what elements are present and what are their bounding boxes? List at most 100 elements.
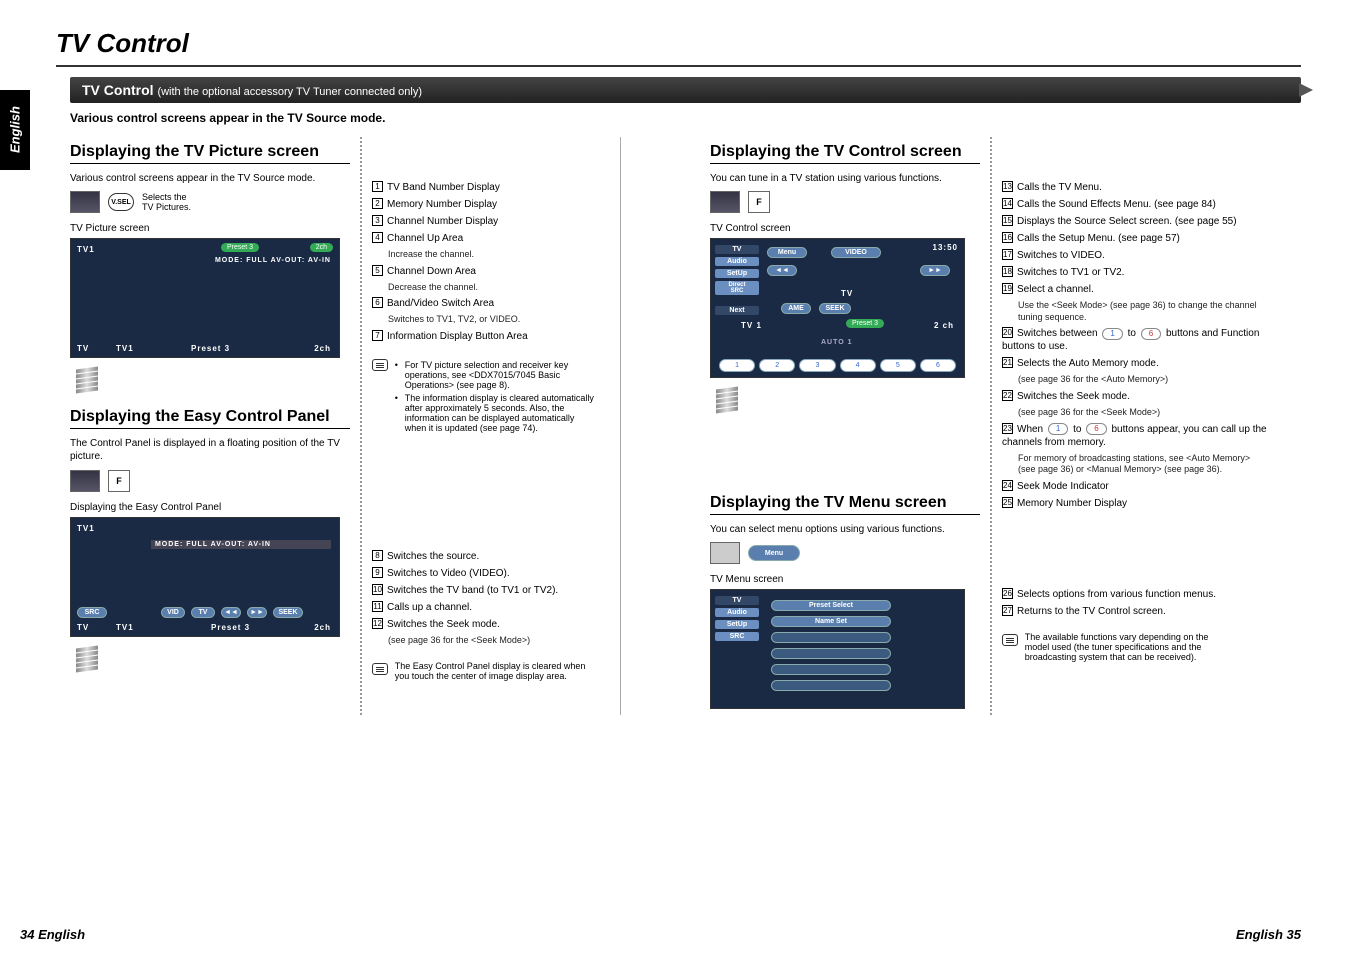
ss1-preset: Preset 3 [221, 243, 259, 252]
callout-number: 10 [372, 584, 383, 595]
legend-text: Memory Number Display [1017, 498, 1127, 509]
legend-item: 8 Switches the source. [372, 550, 610, 563]
legend-text: Switches the Seek mode. [387, 619, 500, 630]
arrow-icon [1299, 83, 1313, 97]
tv-picture-screenshot: TV1 Preset 3 2ch MODE: FULL AV-OUT: AV-I… [70, 238, 340, 358]
callout-number: 23 [1002, 423, 1013, 434]
legend-item: 9 Switches to Video (VIDEO). [372, 567, 610, 580]
legend-text: Select a channel. [1017, 284, 1094, 295]
preset-4: 4 [840, 359, 876, 372]
ss3-auto: AUTO 1 [821, 339, 853, 346]
page-title: TV Control [56, 28, 1301, 59]
ss3-prev: ◄◄ [767, 265, 797, 276]
callout-number: 9 [372, 567, 383, 578]
callout-number: 6 [372, 297, 383, 308]
callout-number: 19 [1002, 283, 1013, 294]
legend-item: 10 Switches the TV band (to TV1 or TV2). [372, 584, 610, 597]
header-bar: TV Control (with the optional accessory … [70, 77, 1301, 103]
ss2-next: ►► [247, 607, 267, 618]
callout-number: 20 [1002, 327, 1013, 338]
inline-button-icon: 1 [1048, 423, 1068, 435]
legend-text: Band/Video Switch Area [387, 298, 494, 309]
legend-item: 5Channel Down Area [372, 265, 610, 278]
note1b: The information display is cleared autom… [395, 393, 595, 433]
callout-number: 3 [372, 215, 383, 226]
preset-3: 3 [799, 359, 835, 372]
panel-f-icon: F [108, 470, 130, 492]
legend-subtext: Use the <Seek Mode> (see page 36) to cha… [1018, 300, 1270, 323]
callout-number: 15 [1002, 215, 1013, 226]
easy-panel-screenshot: TV1 MODE: FULL AV-OUT: AV-IN SRC VID TV … [70, 517, 340, 637]
ss2-src: SRC [77, 607, 107, 618]
legend-item: 19 Select a channel. [1002, 283, 1270, 296]
legend-text: Information Display Button Area [387, 331, 528, 342]
legend-list-2: 8 Switches the source. 9 Switches to Video… [372, 550, 610, 647]
note2: The Easy Control Panel display is cleare… [395, 661, 595, 681]
tv-thumbnail-icon [710, 191, 740, 213]
legend-text: Switches the source. [387, 551, 479, 562]
legend-item: 22Switches the Seek mode. [1002, 390, 1270, 403]
ss2-foot-tv1: TV1 [116, 623, 134, 632]
callout-number: 18 [1002, 266, 1013, 277]
tv-control-screenshot: TV Audio SetUp Direct SRC Next Menu VIDE… [710, 238, 965, 378]
ss2-foot-2ch: 2ch [314, 623, 331, 632]
tv-thumbnail-icon [70, 470, 100, 492]
legend-item: 25Memory Number Display [1002, 497, 1270, 510]
inline-button-icon: 6 [1141, 328, 1161, 340]
ss3-tv1: TV 1 [741, 321, 762, 330]
down-arrow-icon [76, 368, 350, 392]
legend-text: Calls the TV Menu. [1017, 182, 1102, 193]
vsel-desc: Selects the TV Pictures. [142, 192, 191, 212]
legend-text: TV Band Number Display [387, 182, 500, 193]
callout-number: 8 [372, 550, 383, 561]
legend-item: 27Returns to the TV Control screen. [1002, 605, 1270, 618]
legend-item: 24Seek Mode Indicator [1002, 480, 1270, 493]
legend-list-4: 26Selects options from various function … [1002, 588, 1270, 618]
callout-number: 27 [1002, 605, 1013, 616]
ss3-tab-direct: Direct SRC [715, 281, 759, 295]
callout-number: 26 [1002, 588, 1013, 599]
tv-menu-screenshot: TV Audio SetUp SRC Preset Select Name Se… [710, 589, 965, 709]
ss1-foot-2ch: 2ch [314, 344, 331, 353]
legend-item: 13Calls the TV Menu. [1002, 181, 1270, 194]
ss4-tab-audio: Audio [715, 608, 759, 617]
ss4-blank3 [771, 664, 891, 675]
ss3-seek: SEEK [819, 303, 851, 314]
ss3-time: 13:50 [933, 243, 958, 252]
ss4-preset: Preset Select [771, 600, 891, 611]
ss2-tv: TV [191, 607, 215, 618]
panel-f-icon: F [748, 191, 770, 213]
section-title-control: Displaying the TV Control screen [710, 143, 980, 164]
ss2-mode: MODE: FULL AV-OUT: AV-IN [151, 540, 331, 549]
note-icon [372, 663, 388, 675]
ss2-seek: SEEK [273, 607, 303, 618]
ss3-menu: Menu [767, 247, 807, 258]
legend-text: Switches the TV band (to TV1 or TV2). [387, 585, 558, 596]
legend-text: Switches to Video (VIDEO). [387, 568, 510, 579]
callout-number: 7 [372, 330, 383, 341]
legend-subtext: For memory of broadcasting stations, see… [1018, 453, 1270, 476]
ss3-tab-next: Next [715, 306, 759, 315]
screen-label-menu: TV Menu screen [710, 574, 980, 585]
legend-text: Channel Number Display [387, 216, 498, 227]
legend-item: 6 Band/Video Switch Area [372, 297, 610, 310]
legend-text: Switches to VIDEO. [1017, 250, 1105, 261]
preset-5: 5 [880, 359, 916, 372]
ss1-foot-tv: TV [77, 344, 89, 353]
inline-button-icon: 6 [1086, 423, 1106, 435]
preset-6: 6 [920, 359, 956, 372]
legend-item: 12Switches the Seek mode. [372, 618, 610, 631]
callout-number: 11 [372, 601, 383, 612]
ss2-tv1: TV1 [77, 524, 95, 533]
screen-label-easy: Displaying the Easy Control Panel [70, 502, 350, 513]
legend-text: Switches to TV1 or TV2. [1017, 267, 1124, 278]
legend-text: Memory Number Display [387, 199, 497, 210]
ss3-ame: AME [781, 303, 811, 314]
legend-text: Channel Up Area [387, 233, 463, 244]
ss3-tab-tv: TV [715, 245, 759, 254]
ss3-2ch: 2 ch [934, 321, 954, 330]
legend-list-1: 1TV Band Number Display 2Memory Number D… [372, 181, 610, 343]
callout-number: 2 [372, 198, 383, 209]
legend-item: 21Selects the Auto Memory mode. [1002, 357, 1270, 370]
callout-number: 24 [1002, 480, 1013, 491]
